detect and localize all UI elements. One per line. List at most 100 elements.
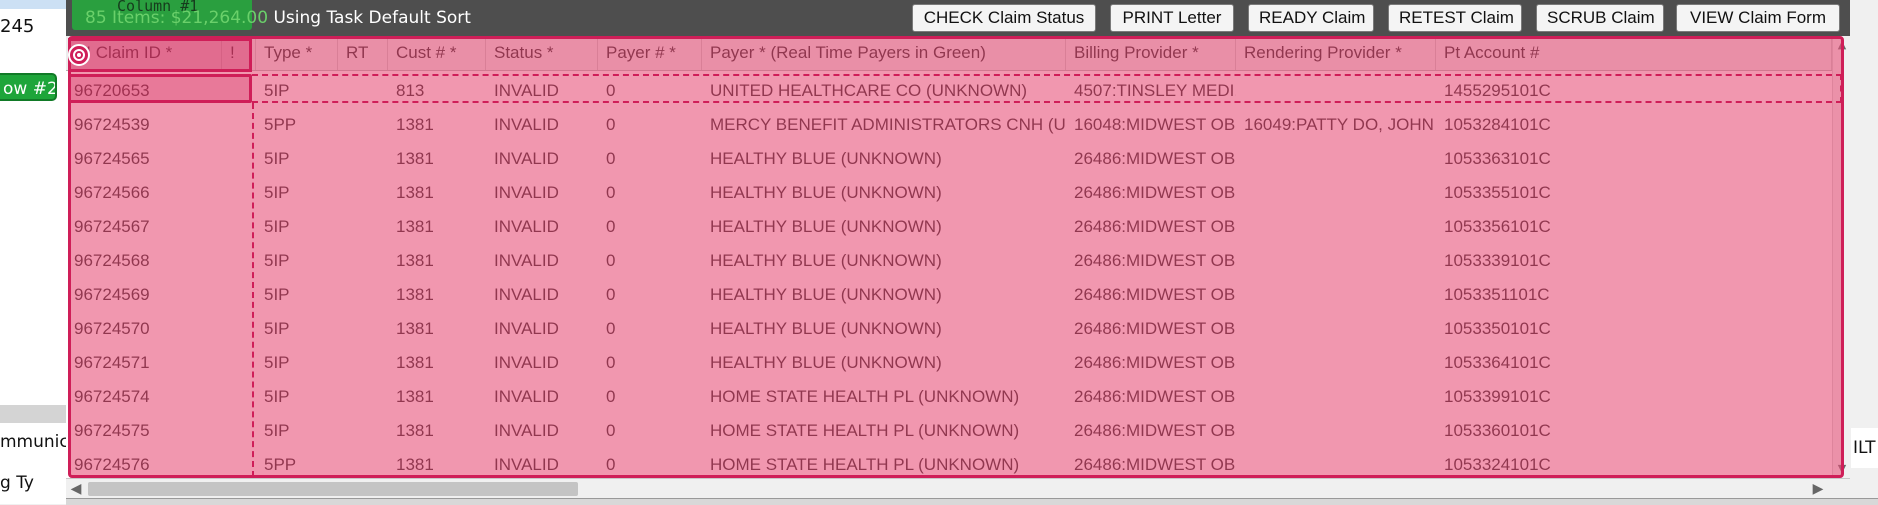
horizontal-scroll-thumb[interactable] [88,482,578,496]
cell-pt-account: 1053351101C [1444,285,1550,304]
cell-rt [338,346,388,380]
cell-pt-account: 1053356101C [1444,217,1551,236]
column-header-payer-num[interactable]: Payer # * [598,36,702,70]
table-row[interactable]: 96724571 5IP 1381 INVALID 0 HEALTHY BLUE (UNK… [66,346,1850,380]
cell-claim-id: 96724570 [74,319,150,338]
cell-payer-num: 0 [606,387,616,406]
table-row[interactable]: 96724565 5IP 1381 INVALID 0 HEALTHY BLUE (UNK… [66,142,1850,176]
column-header-rt[interactable]: RT [338,36,388,70]
cell-payer-num: 0 [606,353,616,372]
scroll-right-icon[interactable]: ▶ [1808,479,1828,499]
cell-type: 5IP [264,285,290,304]
cell-pt-account: 1455295101C [1444,81,1551,100]
column-header-type[interactable]: Type * [256,36,338,70]
table-row[interactable]: 96724575 5IP 1381 INVALID 0 HOME STATE HEALTH… [66,414,1850,448]
cell-billing-provider: 16048:MIDWEST OB ... [1074,115,1236,134]
scrub-claim-button[interactable]: SCRUB Claim [1536,4,1664,32]
cell-rendering-provider [1236,346,1436,380]
cell-pt-account: 1053360101C [1444,421,1551,440]
cell-rt [338,108,388,142]
table-row[interactable]: 96724569 5IP 1381 INVALID 0 HEALTHY BLUE (UNK… [66,278,1850,312]
cell-payer-num: 0 [606,217,616,236]
cell-cust-num: 1381 [396,319,434,338]
print-letter-button[interactable]: PRINT Letter [1110,4,1234,32]
cell-flag [222,346,256,380]
cell-billing-provider: 4507:TINSLEY MEDI... [1074,81,1236,100]
left-pane-selected-row[interactable] [0,0,66,9]
table-row[interactable]: 96720653 5IP 813 INVALID 0 UNITED HEALTHCARE … [66,74,1850,108]
scroll-left-icon[interactable]: ◀ [66,479,86,499]
cell-claim-id: 96724576 [74,455,150,474]
cell-pt-account: 1053339101C [1444,251,1551,270]
cell-flag [222,176,256,210]
cell-rt [338,278,388,312]
cell-rt [338,312,388,346]
cell-flag [222,244,256,278]
cell-status: INVALID [494,353,559,372]
table-row[interactable]: 96724568 5IP 1381 INVALID 0 HEALTHY BLUE (UNK… [66,244,1850,278]
cell-flag [222,108,256,142]
column-header-payer[interactable]: Payer * (Real Time Payers in Green) [702,36,1066,70]
cell-cust-num: 1381 [396,285,434,304]
cell-billing-provider: 26486:MIDWEST OB ... [1074,251,1236,270]
cell-cust-num: 1381 [396,183,434,202]
column-header-billing-provider[interactable]: Billing Provider * [1066,36,1236,70]
cell-billing-provider: 26486:MIDWEST OB ... [1074,353,1236,372]
cell-billing-provider: 26486:MIDWEST OB ... [1074,387,1236,406]
cell-cust-num: 1381 [396,455,434,474]
scroll-up-icon[interactable]: ▲ [1833,36,1851,54]
scroll-down-icon[interactable]: ▼ [1833,460,1851,478]
table-row[interactable]: 96724567 5IP 1381 INVALID 0 HEALTHY BLUE (UNK… [66,210,1850,244]
cell-billing-provider: 26486:MIDWEST OB ... [1074,149,1236,168]
communications-tab-label[interactable]: mmunic [0,432,69,452]
cell-billing-provider: 26486:MIDWEST OB ... [1074,217,1236,236]
cell-rt [338,176,388,210]
cell-claim-id: 96724566 [74,183,150,202]
left-pane-number: 245 [0,16,35,37]
right-pane-fragment[interactable]: ILT [1850,428,1878,468]
column-header-cust-num[interactable]: Cust # * [388,36,486,70]
retest-claim-button[interactable]: RETEST Claim [1388,4,1522,32]
cell-claim-id: 96724571 [74,353,150,372]
cell-cust-num: 1381 [396,217,434,236]
horizontal-scrollbar[interactable]: ◀ ▶ [66,478,1850,499]
cell-type: 5IP [264,81,290,100]
cell-payer-num: 0 [606,115,616,134]
cell-rt [338,380,388,414]
table-row[interactable]: 96724570 5IP 1381 INVALID 0 HEALTHY BLUE (UNK… [66,312,1850,346]
cell-billing-provider: 26486:MIDWEST OB ... [1074,455,1236,474]
table-row[interactable]: 96724574 5IP 1381 INVALID 0 HOME STATE HEALTH… [66,380,1850,414]
cell-flag [222,74,256,108]
table-row[interactable]: 96724539 5PP 1381 INVALID 0 MERCY BENEFIT ADM… [66,108,1850,142]
cell-payer: HEALTHY BLUE (UNKNOWN) [710,285,942,304]
cell-type: 5IP [264,353,290,372]
cell-rendering-provider [1236,210,1436,244]
cell-claim-id: 96724568 [74,251,150,270]
cell-status: INVALID [494,251,559,270]
column-header-flag[interactable]: ! [222,36,256,70]
cell-pt-account: 1053364101C [1444,353,1551,372]
vertical-scrollbar[interactable]: ▲ ▼ [1832,36,1851,478]
cell-payer: HOME STATE HEALTH PL (UNKNOWN) [710,387,1020,406]
column-header-pt-account[interactable]: Pt Account # [1436,36,1832,70]
column-header-rendering-provider[interactable]: Rendering Provider * [1236,36,1436,70]
cell-type: 5IP [264,421,290,440]
cell-status: INVALID [494,455,559,474]
table-row[interactable]: 96724576 5PP 1381 INVALID 0 HOME STATE HEALTH… [66,448,1850,482]
check-claim-status-button[interactable]: CHECK Claim Status [912,4,1096,32]
cell-payer-num: 0 [606,149,616,168]
table-row[interactable]: 96724566 5IP 1381 INVALID 0 HEALTHY BLUE (UNK… [66,176,1850,210]
left-pane-column-header: g Ty [0,473,34,493]
view-claim-form-button[interactable]: VIEW Claim Form [1676,4,1840,32]
cell-cust-num: 1381 [396,251,434,270]
cell-payer: HEALTHY BLUE (UNKNOWN) [710,217,942,236]
cell-payer: HEALTHY BLUE (UNKNOWN) [710,319,942,338]
ready-claim-button[interactable]: READY Claim [1248,4,1374,32]
cell-flag [222,142,256,176]
cell-claim-id: 96724565 [74,149,150,168]
column-header-status[interactable]: Status * [486,36,598,70]
cell-rt [338,414,388,448]
cell-type: 5PP [264,115,297,134]
cell-pt-account: 1053363101C [1444,149,1551,168]
cell-claim-id: 96724567 [74,217,150,236]
